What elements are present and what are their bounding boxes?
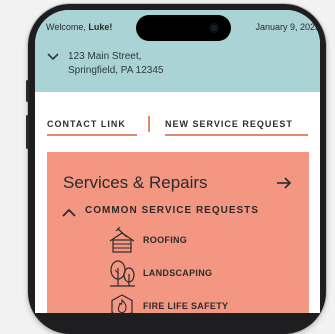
- address-line-1: 123 Main Street,: [68, 51, 142, 62]
- address-line-2: Springfield, PA 12345: [68, 65, 164, 76]
- new-service-request-link[interactable]: NEW SERVICE REQUEST: [165, 119, 293, 129]
- service-label: ROOFING: [143, 235, 188, 245]
- contact-link-underline: [47, 134, 137, 136]
- contact-link[interactable]: CONTACT LINK: [47, 119, 126, 129]
- address-block[interactable]: 123 Main Street, Springfield, PA 12345: [68, 50, 163, 78]
- phone-side-button: [26, 115, 29, 149]
- date-text: January 9, 2023: [255, 22, 320, 32]
- tree-icon: [110, 260, 135, 287]
- app-header: Welcome, Luke! January 9, 2023 123 Main …: [35, 10, 320, 92]
- chevron-up-icon[interactable]: [62, 208, 76, 217]
- new-request-underline: [165, 134, 308, 136]
- fire-icon: [111, 294, 133, 313]
- roofing-icon: [109, 227, 135, 253]
- arrow-right-icon[interactable]: [276, 176, 292, 190]
- panel-title[interactable]: Services & Repairs: [63, 173, 208, 193]
- phone-side-button: [26, 80, 29, 102]
- quick-links-bar: CONTACT LINK NEW SERVICE REQUEST: [35, 92, 320, 140]
- camera-icon: [209, 23, 219, 33]
- link-divider: [148, 116, 150, 132]
- app-screen: Welcome, Luke! January 9, 2023 123 Main …: [35, 10, 320, 313]
- user-name: Luke!: [88, 22, 113, 32]
- services-panel: Services & Repairs COMMON SERVICE REQUES…: [47, 152, 309, 313]
- service-label: FIRE LIFE SAFETY: [143, 301, 229, 311]
- common-requests-label[interactable]: COMMON SERVICE REQUESTS: [85, 205, 259, 216]
- welcome-text: Welcome, Luke!: [46, 22, 112, 32]
- welcome-prefix: Welcome,: [46, 22, 89, 32]
- service-label: LANDSCAPING: [143, 268, 213, 278]
- chevron-down-icon[interactable]: [47, 52, 59, 61]
